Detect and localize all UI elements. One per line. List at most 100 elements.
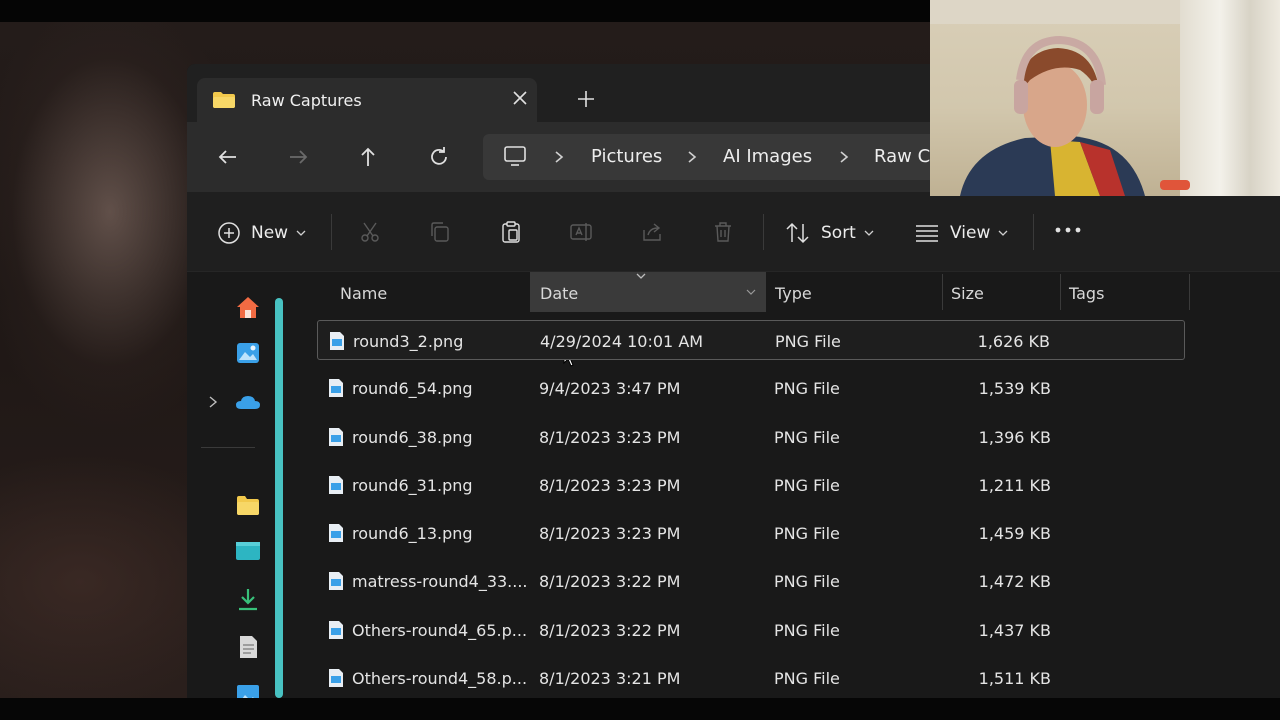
- gallery-icon[interactable]: [235, 340, 261, 366]
- file-name: Others-round4_65.p...: [352, 621, 528, 640]
- file-row[interactable]: matress-round4_33.... 8/1/2023 3:22 PM P…: [317, 561, 1185, 601]
- file-date: 8/1/2023 3:21 PM: [539, 669, 681, 688]
- file-type: PNG File: [774, 572, 840, 591]
- sort-button[interactable]: Sort: [785, 220, 874, 246]
- screen-bottom-bar: [0, 698, 1280, 720]
- sort-icon: [786, 222, 809, 244]
- copy-icon[interactable]: [428, 220, 452, 244]
- png-file-icon: [329, 428, 343, 446]
- file-list: Name Date Type Size Tags round3_2.png 4/…: [292, 272, 1280, 698]
- breadcrumb-pictures[interactable]: Pictures: [591, 146, 662, 167]
- breadcrumb-chevron-icon[interactable]: [685, 149, 699, 165]
- column-header-type[interactable]: Type: [766, 272, 942, 312]
- file-row[interactable]: Others-round4_58.p... 8/1/2023 3:21 PM P…: [317, 658, 1185, 698]
- file-date: 8/1/2023 3:22 PM: [539, 572, 681, 591]
- sort-descending-icon: [636, 273, 646, 279]
- cloud-icon[interactable]: [235, 390, 261, 416]
- column-name-label: Name: [340, 284, 388, 303]
- refresh-icon[interactable]: [426, 144, 452, 170]
- file-date: 8/1/2023 3:23 PM: [539, 428, 681, 447]
- pictures-icon[interactable]: [235, 682, 261, 698]
- tab-raw-captures[interactable]: Raw Captures: [197, 78, 537, 122]
- file-date: 9/4/2023 3:47 PM: [539, 379, 681, 398]
- webcam-person: [960, 35, 1190, 196]
- file-date: 8/1/2023 3:22 PM: [539, 621, 681, 640]
- file-row[interactable]: round3_2.png 4/29/2024 10:01 AM PNG File…: [317, 320, 1185, 360]
- png-file-icon: [329, 476, 343, 494]
- breadcrumb-chevron-icon[interactable]: [552, 149, 566, 165]
- desktop-icon[interactable]: [235, 538, 261, 564]
- file-date: 8/1/2023 3:23 PM: [539, 476, 681, 495]
- png-file-icon: [329, 379, 343, 397]
- up-arrow-icon[interactable]: [355, 144, 381, 170]
- png-file-icon: [329, 524, 343, 542]
- file-type: PNG File: [774, 621, 840, 640]
- share-icon[interactable]: [640, 220, 664, 244]
- column-header-date[interactable]: Date: [530, 272, 766, 312]
- new-tab-icon[interactable]: [575, 88, 597, 110]
- new-button[interactable]: New: [217, 220, 306, 246]
- back-arrow-icon[interactable]: [215, 144, 241, 170]
- column-tags-label: Tags: [1069, 284, 1105, 303]
- file-type: PNG File: [774, 476, 840, 495]
- chevron-down-icon: [864, 230, 874, 236]
- rename-icon[interactable]: [569, 220, 595, 244]
- file-name: round6_54.png: [352, 379, 473, 398]
- column-header-tags[interactable]: Tags: [1061, 272, 1189, 312]
- folder-icon[interactable]: [235, 492, 261, 518]
- file-row[interactable]: round6_31.png 8/1/2023 3:23 PM PNG File …: [317, 465, 1185, 505]
- this-pc-icon[interactable]: [503, 145, 527, 167]
- column-divider[interactable]: [1189, 274, 1190, 310]
- file-name: round6_38.png: [352, 428, 473, 447]
- forward-arrow-icon[interactable]: [285, 144, 311, 170]
- nav-pane-scrollbar[interactable]: [275, 298, 283, 698]
- chevron-down-icon: [998, 230, 1008, 236]
- plus-circle-icon: [218, 222, 240, 244]
- file-row[interactable]: Others-round4_65.p... 8/1/2023 3:22 PM P…: [317, 610, 1185, 650]
- webcam-overlay: [930, 0, 1280, 196]
- png-file-icon: [329, 669, 343, 687]
- tab-title: Raw Captures: [251, 91, 362, 110]
- file-type: PNG File: [774, 379, 840, 398]
- cut-icon[interactable]: [358, 220, 382, 244]
- file-row[interactable]: round6_54.png 9/4/2023 3:47 PM PNG File …: [317, 368, 1185, 408]
- breadcrumb-raw-captures[interactable]: Raw C: [874, 146, 930, 167]
- chevron-right-icon[interactable]: [208, 395, 218, 409]
- paste-icon[interactable]: [499, 220, 523, 244]
- home-icon[interactable]: [235, 294, 261, 320]
- png-file-icon: [329, 572, 343, 590]
- download-icon[interactable]: [235, 586, 261, 612]
- breadcrumb-chevron-icon[interactable]: [837, 149, 851, 165]
- more-options-icon[interactable]: [1054, 224, 1082, 236]
- delete-icon[interactable]: [711, 220, 735, 244]
- command-bar: New Sort View: [187, 192, 1280, 272]
- view-button[interactable]: View: [914, 220, 1008, 246]
- sort-label: Sort: [821, 223, 856, 243]
- column-header-name[interactable]: Name: [317, 272, 530, 312]
- file-name: round3_2.png: [353, 332, 464, 351]
- file-type: PNG File: [774, 669, 840, 688]
- file-size: 1,539 KB: [978, 379, 1051, 398]
- file-name: round6_13.png: [352, 524, 473, 543]
- document-icon[interactable]: [235, 634, 261, 660]
- png-file-icon: [330, 332, 344, 350]
- file-type: PNG File: [775, 332, 841, 351]
- view-list-icon: [916, 225, 938, 242]
- file-type: PNG File: [774, 524, 840, 543]
- nav-divider: [201, 447, 255, 448]
- png-file-icon: [329, 621, 343, 639]
- column-type-label: Type: [775, 284, 812, 303]
- file-row[interactable]: round6_13.png 8/1/2023 3:23 PM PNG File …: [317, 513, 1185, 553]
- file-row[interactable]: round6_38.png 8/1/2023 3:23 PM PNG File …: [317, 417, 1185, 457]
- file-name: Others-round4_58.p...: [352, 669, 528, 688]
- column-size-label: Size: [951, 284, 984, 303]
- chevron-down-icon[interactable]: [746, 288, 756, 296]
- file-size: 1,626 KB: [977, 332, 1050, 351]
- file-name: matress-round4_33....: [352, 572, 528, 591]
- toolbar-divider: [331, 214, 332, 250]
- toolbar-divider: [763, 214, 764, 250]
- column-header-size[interactable]: Size: [943, 272, 1060, 312]
- file-size: 1,511 KB: [978, 669, 1051, 688]
- breadcrumb-ai-images[interactable]: AI Images: [723, 146, 812, 167]
- close-tab-icon[interactable]: [509, 87, 531, 109]
